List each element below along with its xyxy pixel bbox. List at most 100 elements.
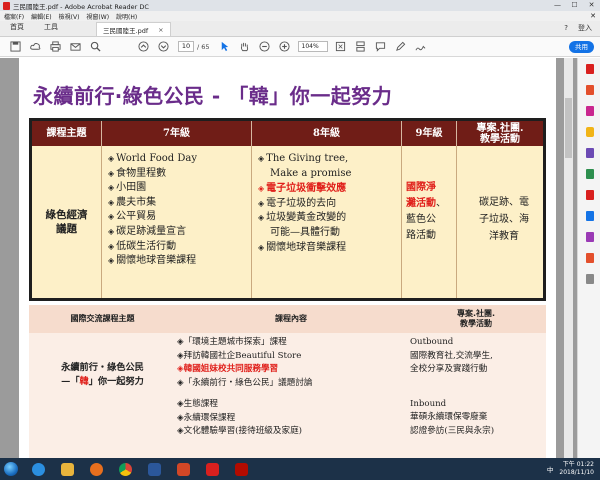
exchange-body: 永續前行‧綠色公民 —「韓」你一起努力 ◈「環境主題城市探索」課程 ◈拜訪韓國社企…	[29, 333, 546, 458]
previous-page-icon[interactable]	[136, 40, 150, 54]
tab-tools[interactable]: 工具	[34, 22, 68, 36]
menu-view[interactable]: 檢視(V)	[59, 12, 80, 21]
share-button[interactable]: 共用	[569, 41, 594, 53]
bullet-diamond-icon: ◈	[258, 242, 265, 252]
combine-files-icon[interactable]	[578, 142, 600, 163]
hand-tool-icon[interactable]	[238, 40, 252, 54]
send-for-review-icon[interactable]	[578, 247, 600, 268]
save-icon[interactable]	[8, 40, 22, 54]
export-pdf-icon[interactable]	[578, 58, 600, 79]
menu-file[interactable]: 檔案(F)	[4, 12, 24, 21]
bullet-diamond-icon: ◈	[108, 241, 115, 251]
list-item-text: 農夫市集	[116, 196, 157, 208]
vertical-scrollbar[interactable]	[564, 58, 573, 458]
next-page-icon[interactable]	[156, 40, 170, 54]
exchange-theme-suffix: 」你一起努力	[88, 376, 144, 387]
exchange-content-item: ◈生態課程	[177, 398, 313, 412]
maximize-button[interactable]: ☐	[566, 0, 583, 11]
taskbar-powerpoint-icon[interactable]	[170, 459, 196, 479]
redact-icon[interactable]	[578, 184, 600, 205]
windows-taskbar: 中 下午 01:22 2018/11/10	[0, 458, 600, 480]
grade9-text: 藍色公	[406, 214, 436, 225]
taskbar-clock[interactable]: 下午 01:22 2018/11/10	[559, 461, 594, 477]
bullet-diamond-icon: ◈	[258, 213, 265, 223]
grade9-text: 路活動	[406, 230, 436, 241]
list-item-text: 低碳生活行動	[116, 240, 177, 252]
bullet-diamond-icon: ◈	[108, 183, 115, 193]
list-item-text: 關懷地球音樂課程	[116, 255, 197, 267]
pdf-page: 永續前行‧綠色公民 - 「韓」你一起努力 課程主題 7年級 8年級 9年級 專案…	[19, 58, 556, 458]
close-button[interactable]: ✕	[583, 0, 600, 11]
organize-pages-icon[interactable]	[578, 163, 600, 184]
grade8-cell: ◈ The Giving tree, Make a promise ◈ 電子垃圾衝擊效應…	[252, 146, 402, 298]
taskbar-explorer-icon[interactable]	[54, 459, 80, 479]
comment-icon[interactable]	[374, 40, 388, 54]
table-body-row: 綠色經濟 議題 ◈ World Food Day ◈ 食物里程數 ◈ 小田園 ◈ 農夫市集 ◈ 公平…	[32, 146, 543, 298]
exchange-header-activities: 專案.社團. 教學活動	[456, 309, 496, 328]
menu-close-icon[interactable]: ✕	[590, 12, 596, 20]
taskbar-acrobat-icon[interactable]	[199, 459, 225, 479]
grade7-item: ◈ 食物里程數	[108, 167, 251, 182]
menu-edit[interactable]: 編輯(E)	[31, 12, 51, 21]
zoom-level-dropdown[interactable]: 104%	[297, 41, 328, 52]
list-item-text: The Giving tree,	[266, 153, 349, 164]
list-item-text: 拜訪韓國社企Beautiful Store	[183, 350, 302, 361]
windows-logo-icon	[4, 462, 18, 476]
ime-indicator[interactable]: 中	[547, 464, 554, 474]
menu-help[interactable]: 說明(H)	[116, 12, 137, 21]
exchange-theme-highlight: 韓	[79, 376, 89, 387]
exchange-theme-cell: 永續前行‧綠色公民 —「韓」你一起努力	[29, 361, 176, 389]
print-icon[interactable]	[48, 40, 62, 54]
taskbar-word-icon[interactable]	[141, 459, 167, 479]
search-icon[interactable]	[88, 40, 102, 54]
activities-line: Inbound	[410, 398, 447, 409]
exchange-content-item: ◈韓國姐妹校共同服務學習	[177, 363, 313, 377]
header-theme: 課程主題	[32, 121, 102, 146]
taskbar-media-icon[interactable]	[83, 459, 109, 479]
email-icon[interactable]	[68, 40, 82, 54]
highlight-pen-icon[interactable]	[394, 40, 408, 54]
select-cursor-icon[interactable]	[218, 40, 232, 54]
scrollbar-thumb[interactable]	[565, 98, 572, 158]
create-pdf-icon[interactable]	[578, 79, 600, 100]
tab-document[interactable]: 三民國陸王.pdf ×	[96, 22, 171, 36]
grade9-highlight: 國際淨	[406, 182, 436, 193]
bullet-diamond-icon: ◈	[108, 154, 115, 163]
grade7-list: ◈ World Food Day ◈ 食物里程數 ◈ 小田園 ◈ 農夫市集 ◈ 公平貿易 ◈ 碳足跡減…	[102, 146, 251, 269]
minimize-button[interactable]: —	[549, 0, 566, 11]
zoom-out-icon[interactable]	[258, 40, 272, 54]
start-button[interactable]	[0, 458, 22, 480]
upload-cloud-icon[interactable]	[28, 40, 42, 54]
comment-tool-icon[interactable]	[578, 121, 600, 142]
document-tab-close-icon[interactable]: ×	[158, 26, 163, 34]
exchange-content-item: ◈「環境主題城市探索」課程	[177, 336, 313, 350]
protect-icon[interactable]	[578, 205, 600, 226]
grade8-item: ◈ 電子垃圾衝擊效應	[258, 181, 401, 197]
sign-icon[interactable]	[414, 40, 428, 54]
more-tools-icon[interactable]	[578, 268, 600, 289]
exchange-theme-prefix: —「	[61, 376, 80, 387]
list-item-text: 韓國姐妹校共同服務學習	[183, 364, 279, 374]
menu-window[interactable]: 視窗(W)	[86, 12, 109, 21]
header-activities: 專案.社團. 教學活動	[476, 122, 524, 145]
scroll-mode-icon[interactable]	[354, 40, 368, 54]
fill-sign-icon[interactable]	[578, 226, 600, 247]
login-link[interactable]: 登入	[578, 23, 592, 33]
zoom-in-icon[interactable]	[278, 40, 292, 54]
grade8-item: Make a promise	[258, 167, 401, 182]
page-number-input[interactable]: 10	[178, 41, 194, 52]
taskbar-ie-icon[interactable]	[25, 459, 51, 479]
exchange-content-item: ◈文化體驗學習(接待班級及家庭)	[177, 425, 313, 439]
edit-pdf-icon[interactable]	[578, 100, 600, 121]
tab-home[interactable]: 首頁	[0, 22, 34, 36]
window-title: 三民國陸王.pdf - Adobe Acrobat Reader DC	[13, 2, 149, 11]
list-item-text: 電子垃圾的去向	[266, 197, 337, 209]
document-viewport[interactable]: 永續前行‧綠色公民 - 「韓」你一起努力 課程主題 7年級 8年級 9年級 專案…	[0, 58, 577, 458]
fit-page-icon[interactable]	[334, 40, 348, 54]
taskbar-pdf-icon[interactable]	[228, 459, 254, 479]
bullet-diamond-icon: ◈	[258, 198, 265, 208]
taskbar-chrome-icon[interactable]	[112, 459, 138, 479]
help-icon[interactable]: ?	[564, 24, 568, 32]
international-exchange-table: 國際交流課程主題 課程內容 專案.社團. 教學活動 永續前行‧綠色公民 —「韓」你…	[29, 305, 546, 458]
exchange-content-item: ◈「永續前行‧綠色公民」議題討論	[177, 377, 313, 391]
